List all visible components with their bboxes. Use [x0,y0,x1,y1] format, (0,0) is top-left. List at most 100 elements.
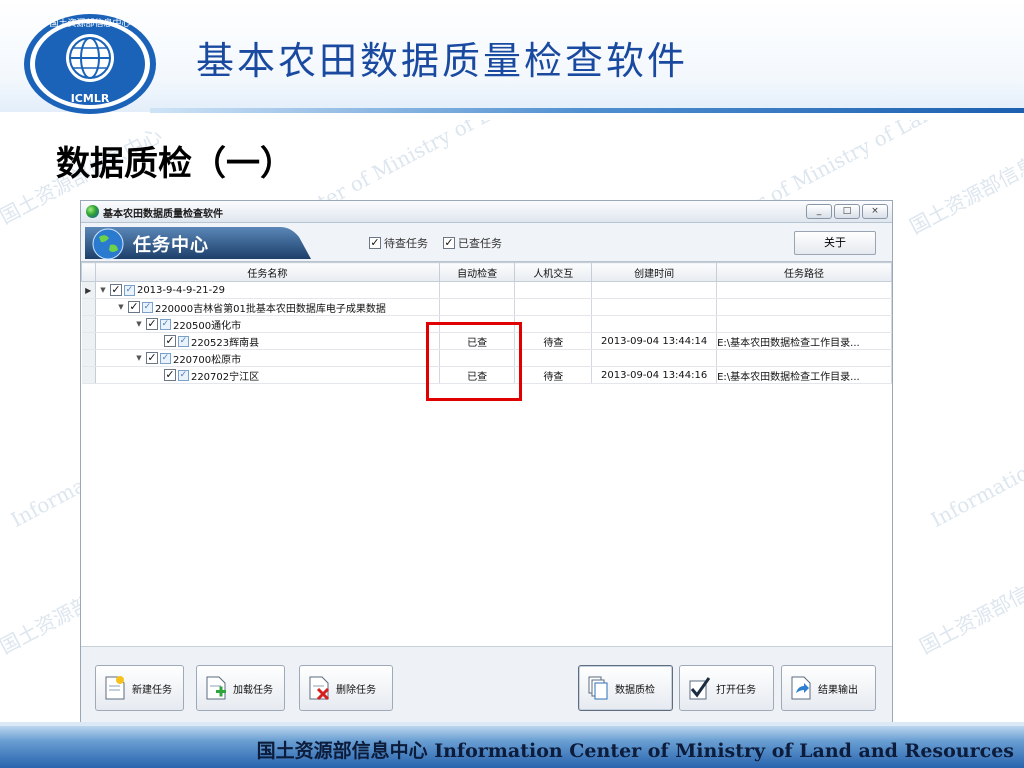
current-row-indicator: ▶ [81,281,96,299]
app-globe-icon [86,205,99,218]
created-time-cell: 2013-09-04 13:44:16 [591,366,718,384]
row-checkbox[interactable]: ✓ [163,369,176,381]
filter-checked-label: 已查任务 [458,237,502,250]
delete-document-icon [309,676,330,701]
manual-check-cell [514,315,593,333]
filter-pending-checkbox[interactable]: ✓ [369,237,381,249]
created-time-cell [591,315,718,333]
task-center-title: 任务中心 [133,235,209,256]
node-checkbox[interactable]: ✓ [177,369,189,381]
task-path-cell: E:\基本农田数据检查工作目录... [716,332,892,350]
task-name-cell[interactable]: ▼ ✓ ✓ 2013-9-4-9-21-29 [95,281,440,299]
manual-check-cell: 待查 [514,366,593,384]
row-checkbox[interactable]: ✓ [127,301,140,313]
row-indicator-header [81,262,96,282]
manual-check-cell [514,349,593,367]
quality-check-button[interactable]: 数据质检 [578,665,673,711]
row-indicator [81,298,96,316]
node-checkbox[interactable]: ✓ [141,301,153,313]
filter-pending[interactable]: ✓ 待查任务 [369,235,428,251]
task-name-cell[interactable]: ✓ ✓ 220523辉南县 [95,332,440,350]
collapse-icon[interactable]: ▼ [98,286,108,294]
column-header-created-time[interactable]: 创建时间 [591,262,718,282]
created-time-cell [591,298,718,316]
filter-pending-label: 待查任务 [384,237,428,250]
row-checkbox[interactable]: ✓ [109,284,122,296]
collapse-icon[interactable]: ▼ [134,320,144,328]
task-name: 220000吉林省第01批基本农田数据库电子成果数据 [154,303,386,315]
task-path-cell: E:\基本农田数据检查工作目录... [716,366,892,384]
window-titlebar[interactable]: 基本农田数据质量检查软件 _ □ × [81,201,892,223]
quality-check-label: 数据质检 [615,684,655,696]
window-title: 基本农田数据质量检查软件 [103,209,223,220]
task-path-cell [716,281,892,299]
task-name: 220702宁江区 [190,371,260,383]
task-name-cell[interactable]: ▼ ✓ ✓ 220500通化市 [95,315,440,333]
row-checkbox[interactable]: ✓ [163,335,176,347]
add-document-icon [206,676,226,700]
filter-checked[interactable]: ✓ 已查任务 [443,235,502,251]
documents-icon [588,676,608,700]
export-document-icon [791,676,811,700]
manual-check-cell: 待查 [514,332,593,350]
minimize-button[interactable]: _ [806,204,832,219]
about-button[interactable]: 关于 [794,231,876,255]
column-header-manual-check[interactable]: 人机交互 [514,262,593,282]
node-checkbox[interactable]: ✓ [123,284,135,296]
filter-checked-checkbox[interactable]: ✓ [443,237,455,249]
table-row[interactable]: ▼ ✓ ✓ 220000吉林省第01批基本农田数据库电子成果数据 [81,298,892,316]
load-task-button[interactable]: 加载任务 [196,665,285,711]
task-name-cell[interactable]: ▼ ✓ ✓ 220000吉林省第01批基本农田数据库电子成果数据 [95,298,440,316]
icmlr-logo: 国土资源部信息中心 ICMLR [24,14,156,114]
auto-check-cell [439,298,516,316]
slide-title: 基本农田数据质量检查软件 [196,39,689,83]
row-checkbox[interactable]: ✓ [145,318,158,330]
table-header-row: 任务名称 自动检查 人机交互 创建时间 任务路径 [81,262,892,282]
task-name-cell[interactable]: ▼ ✓ ✓ 220700松原市 [95,349,440,367]
collapse-icon[interactable]: ▼ [116,303,126,311]
node-checkbox[interactable]: ✓ [177,335,189,347]
bottom-toolbar: 新建任务 加载任务 删除任务 数据质检 打开任务 结果输出 [81,646,892,724]
task-name: 220700松原市 [172,354,242,366]
manual-check-cell [514,298,593,316]
new-document-icon [105,676,125,700]
open-task-label: 打开任务 [716,684,756,696]
task-center-header: 任务中心 ✓ 待查任务 ✓ 已查任务 关于 [81,223,892,261]
node-checkbox[interactable]: ✓ [159,352,171,364]
task-path-cell [716,298,892,316]
open-task-button[interactable]: 打开任务 [679,665,774,711]
footer-text: 国土资源部信息中心 Information Center of Ministry… [256,740,1014,762]
created-time-cell [591,349,718,367]
task-name: 220500通化市 [172,320,242,332]
globe-icon [92,228,124,260]
column-header-auto-check[interactable]: 自动检查 [438,262,516,282]
row-indicator [81,315,96,333]
row-indicator [81,349,96,367]
column-header-task-path[interactable]: 任务路径 [716,262,892,282]
row-indicator [81,366,96,384]
auto-check-cell [439,281,516,299]
maximize-button[interactable]: □ [834,204,860,219]
created-time-cell [591,281,718,299]
load-task-label: 加载任务 [233,684,273,696]
delete-task-button[interactable]: 删除任务 [299,665,393,711]
header-divider [150,108,1024,113]
section-title: 数据质检（一） [56,144,294,184]
row-checkbox[interactable]: ✓ [145,352,158,364]
logo-text-bottom: ICMLR [71,92,110,105]
checkmark-document-icon [689,677,710,700]
table-row[interactable]: ▶ ▼ ✓ ✓ 2013-9-4-9-21-29 [81,281,892,299]
task-name-cell[interactable]: ✓ ✓ 220702宁江区 [95,366,440,384]
task-path-cell [716,349,892,367]
export-result-button[interactable]: 结果输出 [781,665,876,711]
column-header-task-name[interactable]: 任务名称 [94,262,440,282]
export-result-label: 结果输出 [818,684,858,696]
collapse-icon[interactable]: ▼ [134,354,144,362]
close-button[interactable]: × [862,204,888,219]
created-time-cell: 2013-09-04 13:44:14 [591,332,718,350]
task-path-cell [716,315,892,333]
node-checkbox[interactable]: ✓ [159,318,171,330]
task-grid: 任务名称 自动检查 人机交互 创建时间 任务路径 ▶ ▼ ✓ ✓ 2013-9-… [81,261,892,646]
new-task-label: 新建任务 [132,684,172,696]
new-task-button[interactable]: 新建任务 [95,665,184,711]
